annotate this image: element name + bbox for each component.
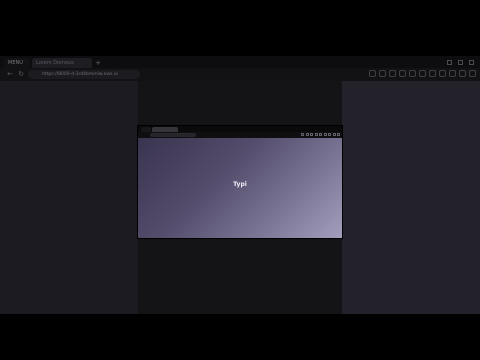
toolbar-icon[interactable]	[323, 133, 327, 136]
extension-icon[interactable]	[469, 70, 476, 77]
toolbar-icon[interactable]	[305, 133, 309, 136]
background-toolbar: ← ↻ https://8000-d-3rd4bmmiw.aws.io	[0, 68, 480, 81]
toolbar-icon[interactable]	[301, 133, 304, 136]
extension-icon[interactable]	[389, 70, 396, 77]
extension-icon[interactable]	[369, 70, 376, 77]
background-content-left	[0, 81, 138, 314]
extension-icon[interactable]	[399, 70, 406, 77]
extension-icon[interactable]	[439, 70, 446, 77]
toolbar-icon[interactable]	[328, 133, 331, 136]
toolbar-icon[interactable]	[337, 133, 340, 136]
new-tab-icon[interactable]: +	[94, 58, 102, 68]
back-icon[interactable]: ←	[6, 70, 14, 78]
toolbar-icon[interactable]	[332, 133, 336, 136]
background-content-right	[342, 81, 480, 314]
extension-icon[interactable]	[449, 70, 456, 77]
extension-icon[interactable]	[379, 70, 386, 77]
minimize-icon[interactable]	[447, 60, 452, 65]
screen: MENU Lorem Domeus + ← ↻ https://8000-d-3…	[0, 0, 480, 360]
background-tab-bar: MENU Lorem Domeus +	[0, 56, 480, 68]
extension-icon[interactable]	[409, 70, 416, 77]
extension-icon[interactable]	[459, 70, 466, 77]
foreground-toolbar-icons	[301, 133, 340, 136]
close-icon[interactable]	[469, 60, 474, 65]
toolbar-icon[interactable]	[310, 133, 313, 136]
toolbar-icon[interactable]	[319, 133, 322, 136]
background-tab-menu[interactable]: MENU	[4, 58, 30, 68]
reload-icon[interactable]: ↻	[17, 70, 25, 78]
foreground-browser-window: Typi	[138, 126, 342, 238]
page-content: Typi	[138, 138, 342, 238]
extension-icon[interactable]	[419, 70, 426, 77]
extension-icon[interactable]	[429, 70, 436, 77]
extension-icons	[369, 70, 476, 77]
background-tab-active[interactable]: Lorem Domeus	[32, 58, 92, 68]
center-heading: Typi	[233, 181, 247, 188]
window-controls	[447, 58, 474, 68]
address-bar[interactable]: https://8000-d-3rd4bmmiw.aws.io	[28, 70, 140, 79]
toolbar-icon[interactable]	[314, 133, 318, 136]
maximize-icon[interactable]	[458, 60, 463, 65]
foreground-address-bar[interactable]	[150, 133, 196, 137]
